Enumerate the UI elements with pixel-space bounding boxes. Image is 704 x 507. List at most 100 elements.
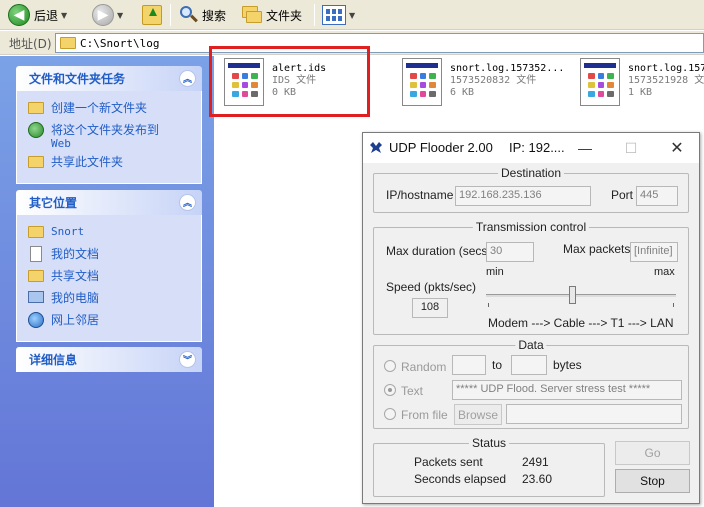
folders-icon [242,6,262,24]
file-snort-log-1[interactable]: snort.log.157352... 1573520832 文件 6 KB [402,58,564,106]
task-pane: 文件和文件夹任务 ︽ 创建一个新文件夹 将这个文件夹发布到 Web 共享此文件夹 [0,56,214,507]
random-min-input[interactable] [452,355,486,375]
task-share-label: 共享此文件夹 [51,155,124,169]
documents-icon [27,245,45,263]
new-folder-icon [27,99,45,117]
back-button[interactable]: ◀ 后退 ▼ [8,3,67,27]
hostname-input[interactable]: 192.168.235.136 [455,186,591,206]
transmission-title: Transmission control [472,220,590,234]
max-duration-input[interactable]: 30 [486,242,534,262]
place-my-computer[interactable]: 我的电脑 [27,289,201,309]
speed-scale-label: Modem ---> Cable ---> T1 ---> LAN [488,316,674,330]
folder-icon [27,223,45,241]
address-path: C:\Snort\log [80,36,160,50]
file-type: 1573521928 文件 [628,75,704,86]
other-places-header[interactable]: 其它位置 ︽ [16,190,202,215]
stop-button[interactable]: Stop [615,469,690,493]
speed-value: 108 [412,298,448,318]
other-places-panel: 其它位置 ︽ Snort 我的文档 共享文档 我的电脑 网上邻居 [16,190,202,342]
collapse-chevron-up-icon[interactable]: ︽ [179,194,196,211]
speed-slider-track[interactable] [486,294,676,297]
hostname-label: IP/hostname [386,188,454,202]
task-new-folder-label: 创建一个新文件夹 [51,101,148,115]
up-folder-button[interactable] [142,3,162,27]
views-dropdown-icon[interactable]: ▼ [349,11,355,20]
place-snort-label: Snort [51,225,85,238]
views-button[interactable]: ▼ [322,3,355,27]
speed-slider-thumb[interactable] [568,286,576,304]
slider-tick [488,303,489,307]
port-input[interactable]: 445 [636,186,678,206]
task-share-folder[interactable]: 共享此文件夹 [27,153,201,173]
toolbar-separator [170,4,171,26]
address-input[interactable]: C:\Snort\log [55,33,704,53]
place-network-label: 网上邻居 [51,313,100,327]
file-tasks-title: 文件和文件夹任务 [29,72,126,86]
back-label: 后退 [34,8,59,23]
details-header[interactable]: 详细信息 ︾ [16,347,202,372]
folder-icon [60,37,76,49]
status-group: Status Packets sent 2491 Seconds elapsed… [373,436,605,497]
views-icon [322,5,346,25]
max-packets-label: Max packets [563,242,631,256]
forward-dropdown-icon[interactable]: ▼ [117,11,123,20]
log-file-icon [580,58,620,106]
window-title: UDP Flooder 2.00 [389,140,493,155]
maximize-icon[interactable]: ☐ [621,138,641,158]
shared-folder-icon [27,267,45,285]
status-title: Status [468,436,510,450]
file-path-input[interactable] [506,404,682,424]
collapse-chevron-up-icon[interactable]: ︽ [179,70,196,87]
seconds-elapsed-value: 23.60 [522,472,553,486]
udp-logo-icon [370,142,382,153]
other-places-title: 其它位置 [29,196,78,210]
go-button[interactable]: Go [615,441,690,465]
back-dropdown-icon[interactable]: ▼ [61,11,67,20]
place-my-computer-label: 我的电脑 [51,291,100,305]
speed-label: Speed (pkts/sec) [386,280,477,294]
from-file-radio[interactable] [384,408,396,420]
random-radio[interactable] [384,360,396,372]
file-name: snort.log.157352... [450,63,565,74]
file-tasks-header[interactable]: 文件和文件夹任务 ︽ [16,66,202,91]
data-title: Data [515,338,547,352]
file-type: 1573520832 文件 [450,75,537,86]
publish-web-icon [27,121,45,139]
text-radio[interactable] [384,384,396,396]
place-network[interactable]: 网上邻居 [27,311,201,331]
search-icon [178,5,198,25]
text-label: Text [401,384,424,398]
details-title: 详细信息 [29,353,78,367]
back-arrow-icon: ◀ [8,4,30,26]
search-label: 搜索 [202,8,227,23]
forward-button[interactable]: ▶ ▼ [92,3,123,27]
up-folder-icon [142,5,162,25]
folders-button[interactable]: 文件夹 [242,3,302,27]
place-snort[interactable]: Snort [27,223,201,243]
task-publish-web-label: Web [51,137,71,150]
text-input[interactable]: ***** UDP Flood. Server stress test ****… [452,380,682,400]
file-tasks-body: 创建一个新文件夹 将这个文件夹发布到 Web 共享此文件夹 [16,91,202,184]
file-snort-log-2[interactable]: snort.log.157 1573521928 文件 1 KB [580,58,704,106]
task-publish-web[interactable]: 将这个文件夹发布到 Web [27,121,201,151]
udp-title-bar[interactable]: UDP Flooder 2.00 IP: 192.... — ☐ ✕ [363,133,699,163]
task-new-folder[interactable]: 创建一个新文件夹 [27,99,201,119]
toolbar-separator [314,4,315,26]
forward-arrow-icon: ▶ [92,4,114,26]
address-label: 地址(D) [9,37,52,51]
max-packets-input[interactable]: [Infinite] [630,242,678,262]
file-name: snort.log.157 [628,63,704,74]
search-button[interactable]: 搜索 [178,3,226,27]
place-my-documents[interactable]: 我的文档 [27,245,201,265]
seconds-elapsed-label: Seconds elapsed [414,472,507,486]
random-max-input[interactable] [511,355,547,375]
close-icon[interactable]: ✕ [667,138,687,158]
details-panel: 详细信息 ︾ [16,347,202,372]
udp-flooder-window: UDP Flooder 2.00 IP: 192.... — ☐ ✕ Desti… [362,132,700,504]
browse-button[interactable]: Browse [454,404,502,425]
file-size: 6 KB [450,87,475,98]
place-shared-documents[interactable]: 共享文档 [27,267,201,287]
bytes-label: bytes [553,358,582,372]
minimize-icon[interactable]: — [575,138,595,158]
expand-chevron-down-icon[interactable]: ︾ [179,351,196,368]
